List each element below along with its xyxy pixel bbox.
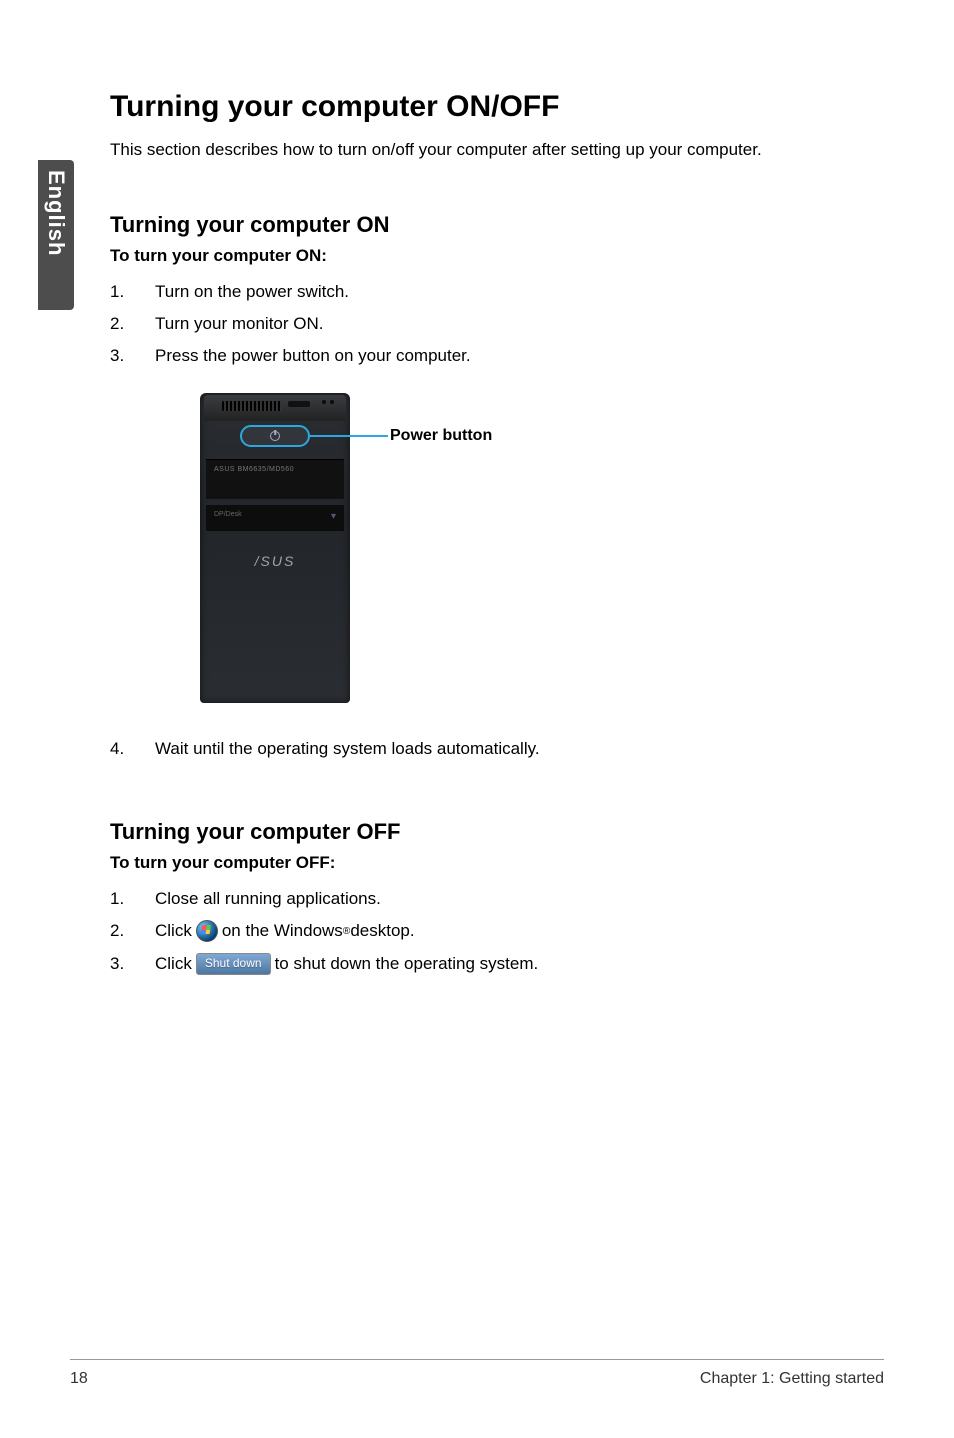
step-text-pre: Click — [155, 948, 192, 980]
step-text-post-a: on the Windows — [222, 915, 343, 947]
drive-bay-text: DP/Desk — [214, 511, 242, 518]
step-text-pre: Click — [155, 915, 192, 947]
page-number: 18 — [70, 1370, 88, 1388]
shut-down-button-icon: Shut down — [196, 953, 271, 975]
language-tab-label: English — [43, 170, 69, 256]
computer-figure: ASUS BM6635/MD560 DP/Desk ▾ /SUS Power b… — [200, 393, 884, 703]
computer-tower-illustration: ASUS BM6635/MD560 DP/Desk ▾ /SUS — [200, 393, 350, 703]
power-icon — [270, 431, 280, 441]
chapter-label: Chapter 1: Getting started — [700, 1370, 884, 1388]
on-step-3: 3. Press the power button on your comput… — [110, 340, 884, 372]
top-grill-icon — [222, 401, 282, 411]
step-text: Close all running applications. — [155, 883, 381, 915]
on-lead: To turn your computer ON: — [110, 246, 884, 266]
page-footer: 18 Chapter 1: Getting started — [70, 1359, 884, 1388]
callout-leader-line — [308, 435, 388, 438]
on-step-4: 4. Wait until the operating system loads… — [110, 733, 884, 765]
step-number: 1. — [110, 276, 155, 308]
page-title: Turning your computer ON/OFF — [110, 90, 884, 124]
step-text: Press the power button on your computer. — [155, 340, 471, 372]
on-step-1: 1. Turn on the power switch. — [110, 276, 884, 308]
chevron-down-icon: ▾ — [331, 511, 336, 522]
language-tab: English — [38, 160, 74, 310]
registered-mark: ® — [343, 922, 351, 941]
step-text: Wait until the operating system loads au… — [155, 733, 540, 765]
step-number: 3. — [110, 340, 155, 372]
off-step-3: 3. Click Shut down to shut down the oper… — [110, 948, 884, 980]
on-step-2: 2. Turn your monitor ON. — [110, 308, 884, 340]
step-text: Turn your monitor ON. — [155, 308, 323, 340]
step-number: 3. — [110, 948, 155, 980]
asus-logo: /SUS — [200, 553, 350, 569]
step-text: Turn on the power switch. — [155, 276, 349, 308]
power-button-highlight — [240, 425, 310, 447]
off-lead: To turn your computer OFF: — [110, 853, 884, 873]
windows-start-orb-icon — [196, 920, 218, 942]
model-label-text: ASUS BM6635/MD560 — [214, 466, 294, 473]
off-step-2: 2. Click on the Windows® desktop. — [110, 915, 884, 947]
off-step-1: 1. Close all running applications. — [110, 883, 884, 915]
step-text-post-b: desktop. — [350, 915, 414, 947]
tower-top-panel — [204, 395, 346, 421]
model-label-band: ASUS BM6635/MD560 — [206, 459, 344, 499]
top-slot-icon — [288, 401, 310, 407]
step-number: 2. — [110, 308, 155, 340]
drive-bay-band: DP/Desk ▾ — [206, 505, 344, 531]
step-text-post: to shut down the operating system. — [275, 948, 539, 980]
intro-text: This section describes how to turn on/of… — [110, 138, 884, 162]
step-number: 1. — [110, 883, 155, 915]
step-number: 4. — [110, 733, 155, 765]
step-number: 2. — [110, 915, 155, 947]
power-button-callout: Power button — [390, 427, 492, 445]
top-dots-icon — [322, 400, 334, 404]
on-heading: Turning your computer ON — [110, 212, 884, 238]
off-heading: Turning your computer OFF — [110, 819, 884, 845]
